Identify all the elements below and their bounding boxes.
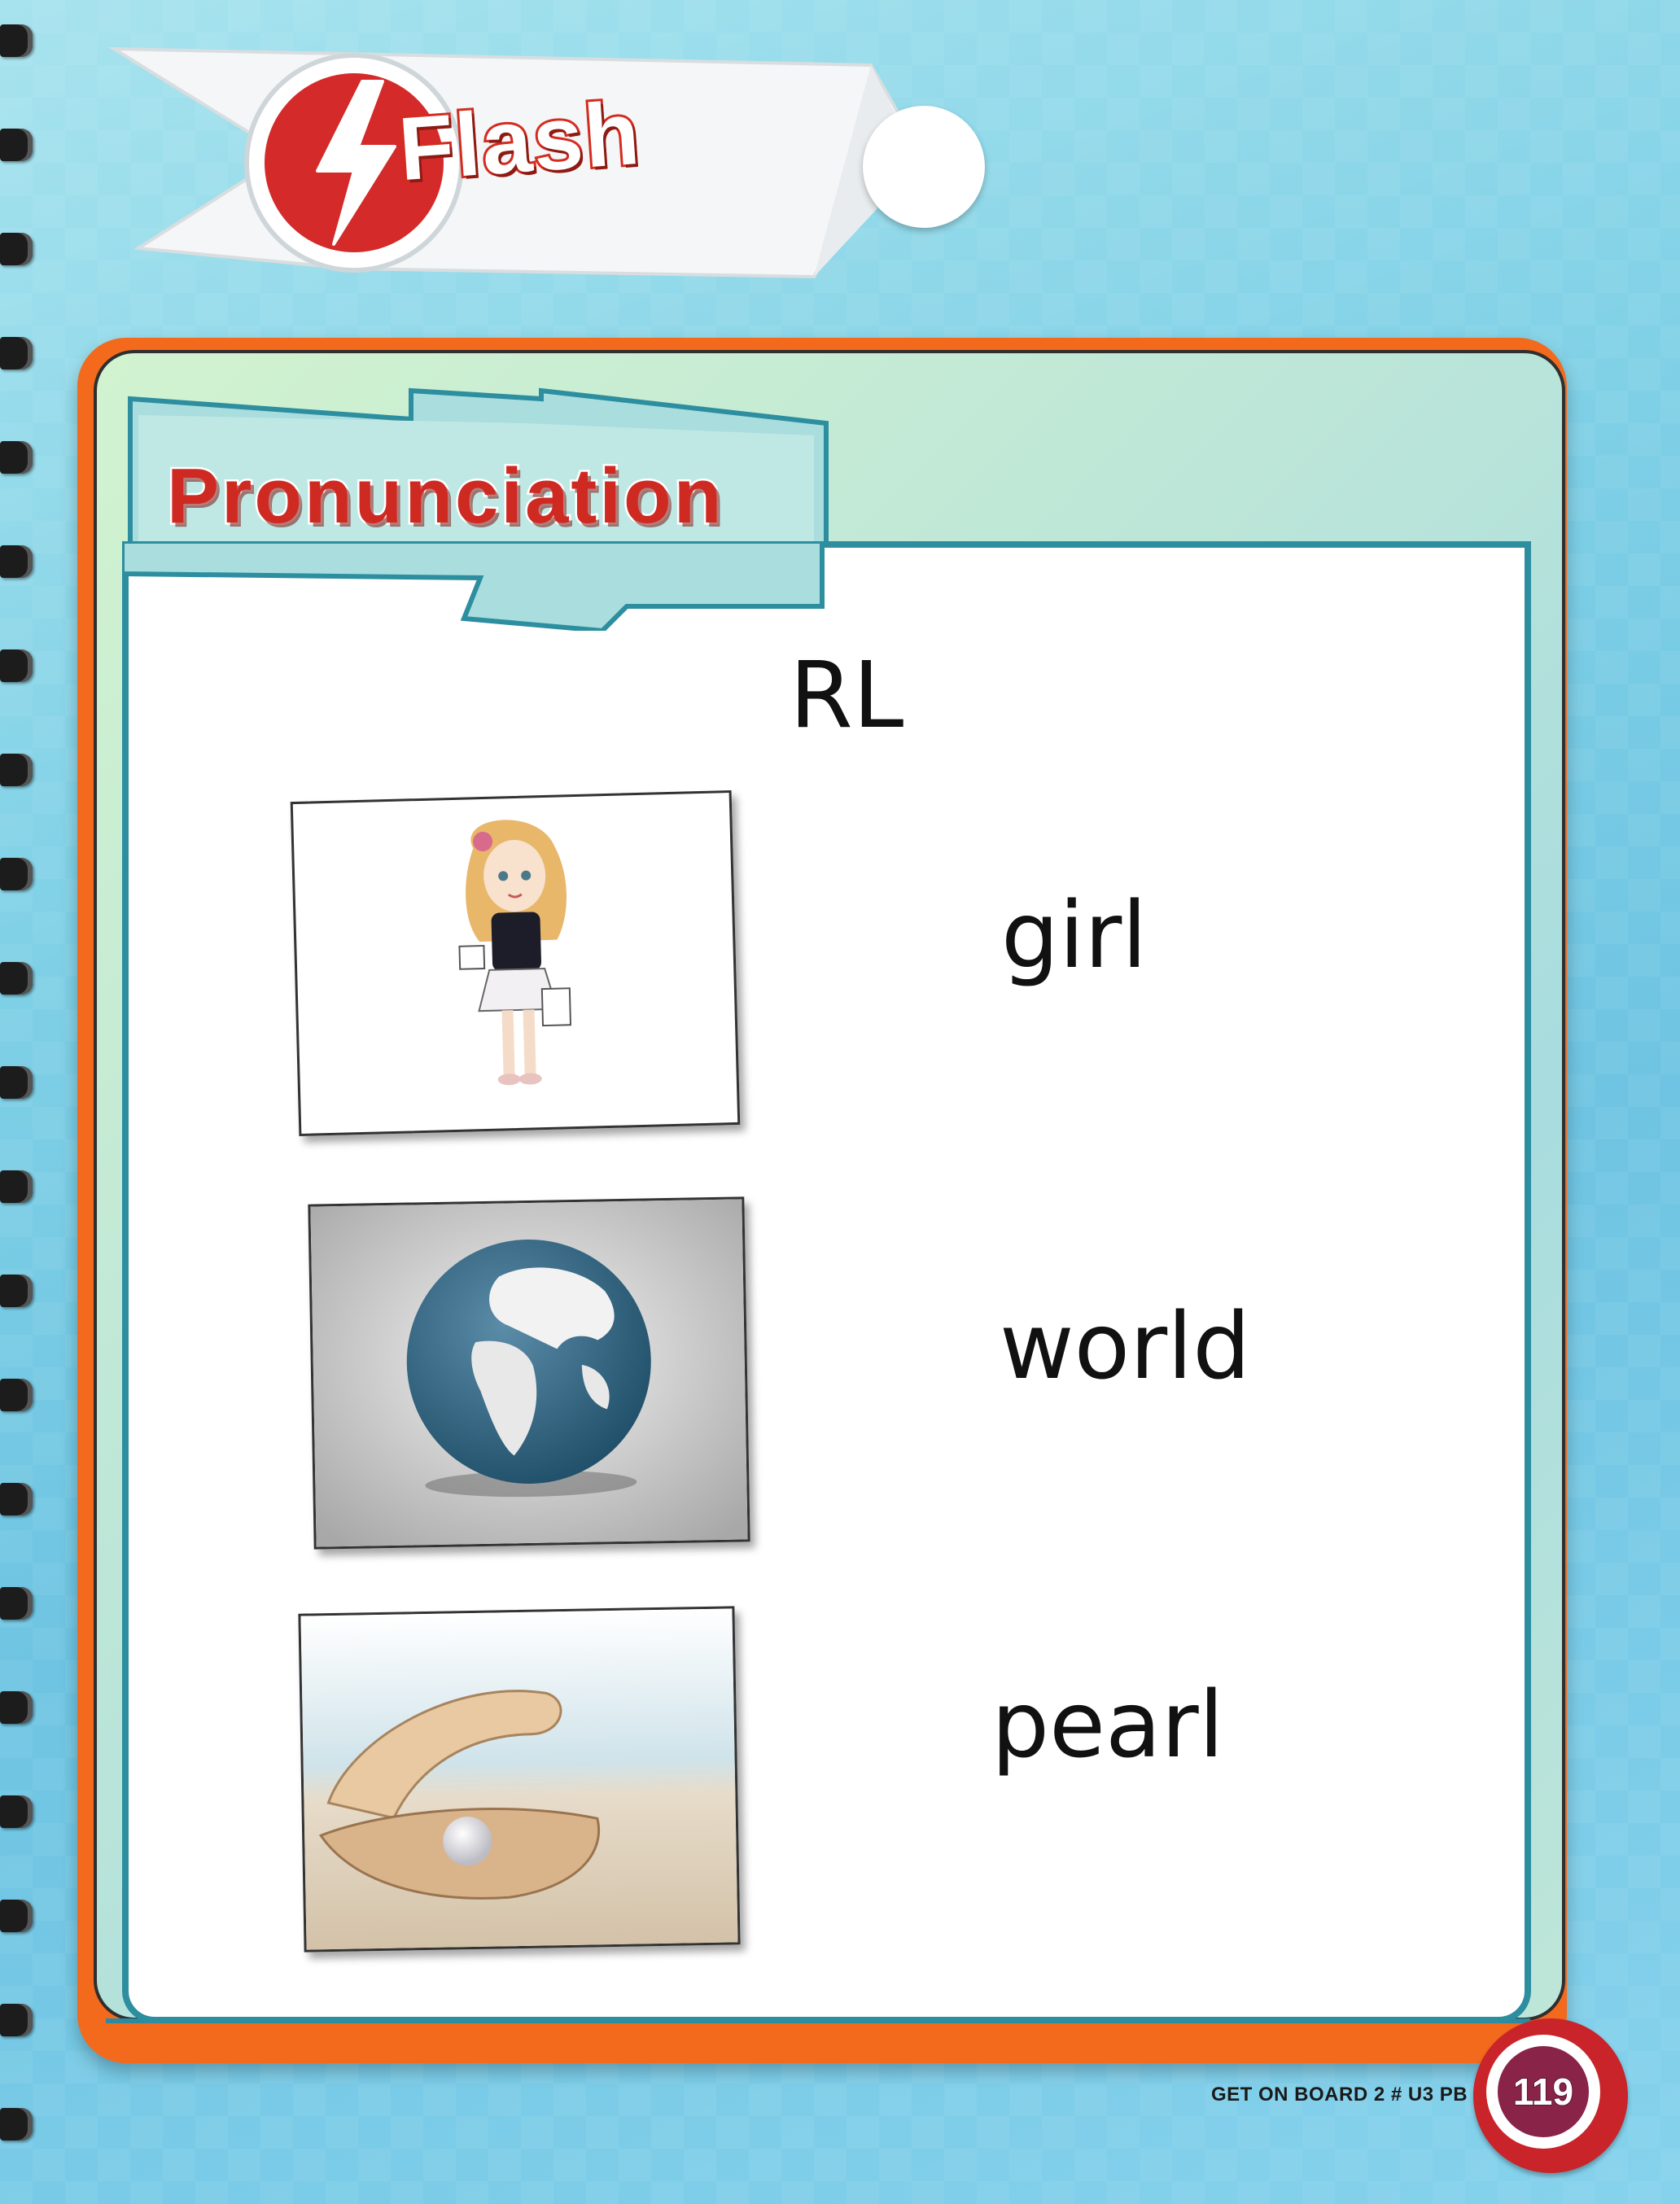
binding-ring: [0, 1795, 33, 1828]
word-pearl: pearl: [991, 1673, 1224, 1778]
binding-ring: [0, 858, 33, 890]
binding-ring: [0, 1379, 33, 1411]
binding-ring: [0, 337, 33, 370]
binding-ring: [0, 1900, 33, 1932]
binding-ring: [0, 1170, 33, 1203]
page-number: 119: [1512, 2070, 1574, 2114]
section-title: Pronunciation: [164, 451, 724, 542]
pearl-in-shell-photo: [300, 1608, 738, 1950]
pearl-image: [298, 1606, 741, 1953]
flash-title: Flash: [393, 81, 646, 202]
binding-ring: [0, 24, 33, 57]
binding-ring: [0, 2004, 33, 2036]
girl-illustration: [458, 820, 572, 1086]
binding-ring: [0, 754, 33, 786]
word-world: world: [1000, 1294, 1251, 1400]
binding-ring: [0, 129, 33, 161]
banner-knob: [863, 106, 985, 228]
binding-ring: [0, 1275, 33, 1307]
word-girl: girl: [1001, 883, 1148, 989]
book-label: GET ON BOARD 2 # U3 PB: [1211, 2084, 1468, 2106]
binding-ring: [0, 1691, 33, 1724]
page-number-badge: 119: [1498, 2046, 1589, 2137]
binding-ring: [0, 1066, 33, 1099]
world-image: [308, 1196, 750, 1550]
binding-ring: [0, 1483, 33, 1515]
binding-ring: [0, 1587, 33, 1620]
binding-ring: [0, 649, 33, 682]
sound-label: RL: [790, 643, 904, 749]
binding-ring: [0, 545, 33, 578]
globe-photo: [310, 1199, 748, 1547]
section-tab-bottom: [122, 541, 825, 631]
binding-ring: [0, 441, 33, 474]
binding-ring: [0, 233, 33, 265]
girl-image: [290, 789, 741, 1137]
binding-ring: [0, 962, 33, 995]
binding-ring: [0, 2108, 33, 2141]
spiral-binding: [0, 0, 49, 2204]
